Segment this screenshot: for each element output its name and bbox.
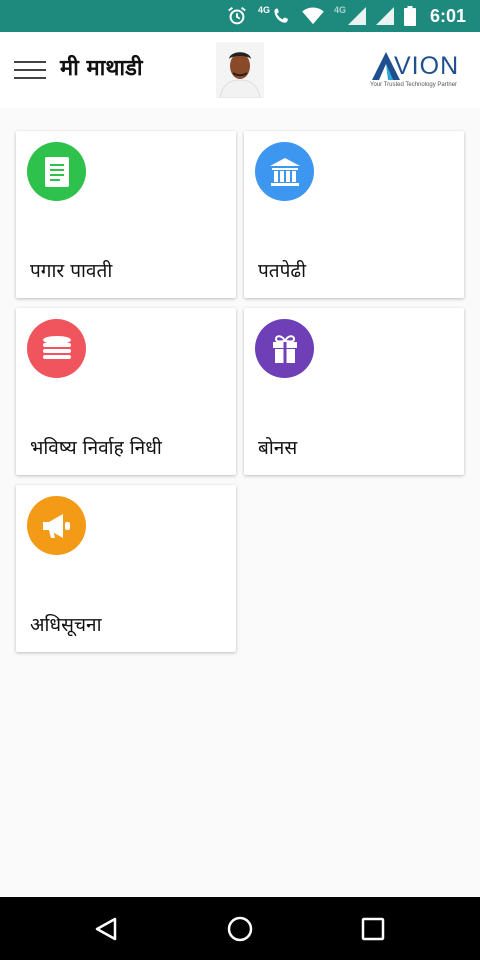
- signal-icon-2: [375, 7, 394, 25]
- company-logo: VION Your Trusted Technology Partner: [368, 50, 468, 94]
- network-type-label: 4G: [257, 5, 270, 15]
- status-icons: 4G 4G 6:01: [226, 0, 466, 32]
- tile-bonus[interactable]: बोनस: [244, 308, 464, 475]
- tile-label: बोनस: [258, 437, 298, 459]
- hamburger-menu-icon[interactable]: [14, 58, 48, 82]
- tile-label: पतपेढी: [258, 260, 307, 282]
- gift-icon: [255, 319, 314, 378]
- alarm-icon: [228, 6, 246, 25]
- signal-icon: [347, 7, 366, 25]
- tile-provident-fund[interactable]: भविष्य निर्वाह निधी: [16, 308, 236, 475]
- bank-icon: [255, 142, 314, 201]
- tile-label: भविष्य निर्वाह निधी: [30, 437, 162, 459]
- wifi-icon: [302, 7, 324, 25]
- system-nav-bar: [0, 897, 480, 960]
- megaphone-icon: [27, 496, 86, 555]
- app-bar: मी माथाडी VION Your Trusted Technology P…: [0, 32, 480, 108]
- tile-salary-slip[interactable]: पगार पावती: [16, 131, 236, 298]
- network-type-label-2: 4G: [333, 5, 346, 15]
- tile-label: पगार पावती: [30, 260, 113, 282]
- back-icon[interactable]: [88, 911, 124, 947]
- home-icon[interactable]: [222, 911, 258, 947]
- coins-icon: [27, 319, 86, 378]
- tile-credit-society[interactable]: पतपेढी: [244, 131, 464, 298]
- tile-notification[interactable]: अधिसूचना: [16, 485, 236, 652]
- status-bar: 4G 4G 6:01: [0, 0, 480, 32]
- battery-icon: [403, 6, 416, 26]
- logo-tagline: Your Trusted Technology Partner: [370, 82, 458, 88]
- document-icon: [27, 142, 86, 201]
- avatar: [216, 42, 264, 98]
- status-time: 6:01: [429, 5, 466, 26]
- wifi-call-icon: [274, 8, 288, 23]
- logo-text: VION: [394, 52, 460, 80]
- tile-label: अधिसूचना: [30, 614, 102, 636]
- app-title: मी माथाडी: [60, 56, 143, 81]
- recents-icon[interactable]: [355, 911, 391, 947]
